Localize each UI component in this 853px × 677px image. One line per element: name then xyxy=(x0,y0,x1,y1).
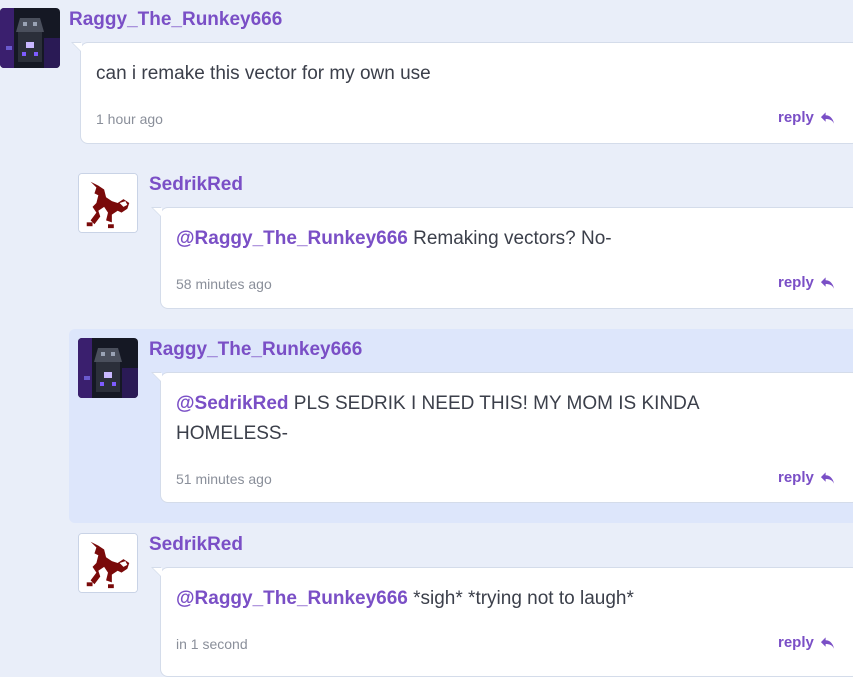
comment-bubble: @Raggy_The_Runkey666 *sigh* *trying not … xyxy=(151,567,853,677)
username[interactable]: SedrikRed xyxy=(149,534,243,556)
reply-button[interactable]: reply xyxy=(778,634,835,651)
mention-link[interactable]: @Raggy_The_Runkey666 xyxy=(176,588,408,609)
reply-arrow-icon xyxy=(820,111,834,124)
reply-label: reply xyxy=(778,274,814,291)
reply-label: reply xyxy=(778,634,814,651)
reply-label: reply xyxy=(778,109,814,126)
comment-bubble: can i remake this vector for my own use … xyxy=(71,42,853,144)
dark-character-avatar-image xyxy=(78,338,138,398)
avatar[interactable] xyxy=(78,533,138,593)
username[interactable]: SedrikRed xyxy=(149,174,243,196)
comment-text: @Raggy_The_Runkey666 *sigh* *trying not … xyxy=(176,584,634,614)
avatar[interactable] xyxy=(0,8,60,68)
comment-bubble: @Raggy_The_Runkey666 Remaking vectors? N… xyxy=(151,207,853,309)
red-creature-avatar-image xyxy=(79,534,137,592)
red-creature-avatar-image xyxy=(79,174,137,232)
reply-arrow-icon xyxy=(820,471,834,484)
avatar[interactable] xyxy=(78,338,138,398)
comment-text: @Raggy_The_Runkey666 Remaking vectors? N… xyxy=(176,224,612,254)
timestamp: in 1 second xyxy=(176,636,248,652)
mention-link[interactable]: @Raggy_The_Runkey666 xyxy=(176,228,408,249)
dark-character-avatar-image xyxy=(0,8,60,68)
username[interactable]: Raggy_The_Runkey666 xyxy=(69,9,282,31)
comment-bubble: @SedrikRed PLS SEDRIK I NEED THIS! MY MO… xyxy=(151,372,853,503)
mention-link[interactable]: @SedrikRed xyxy=(176,393,289,414)
reply-button[interactable]: reply xyxy=(778,469,835,486)
reply-arrow-icon xyxy=(820,276,834,289)
comment-body: can i remake this vector for my own use xyxy=(96,63,431,84)
reply-button[interactable]: reply xyxy=(778,274,835,291)
comment-body: Remaking vectors? No- xyxy=(407,228,612,249)
comment-text: can i remake this vector for my own use xyxy=(96,59,431,89)
username[interactable]: Raggy_The_Runkey666 xyxy=(149,339,362,361)
reply-label: reply xyxy=(778,469,814,486)
reply-arrow-icon xyxy=(820,636,834,649)
comment-text: @SedrikRed PLS SEDRIK I NEED THIS! MY MO… xyxy=(176,389,766,449)
comment-body: *sigh* *trying not to laugh* xyxy=(407,588,634,609)
timestamp: 58 minutes ago xyxy=(176,276,272,292)
avatar[interactable] xyxy=(78,173,138,233)
timestamp: 51 minutes ago xyxy=(176,471,272,487)
timestamp: 1 hour ago xyxy=(96,111,163,127)
reply-button[interactable]: reply xyxy=(778,109,835,126)
